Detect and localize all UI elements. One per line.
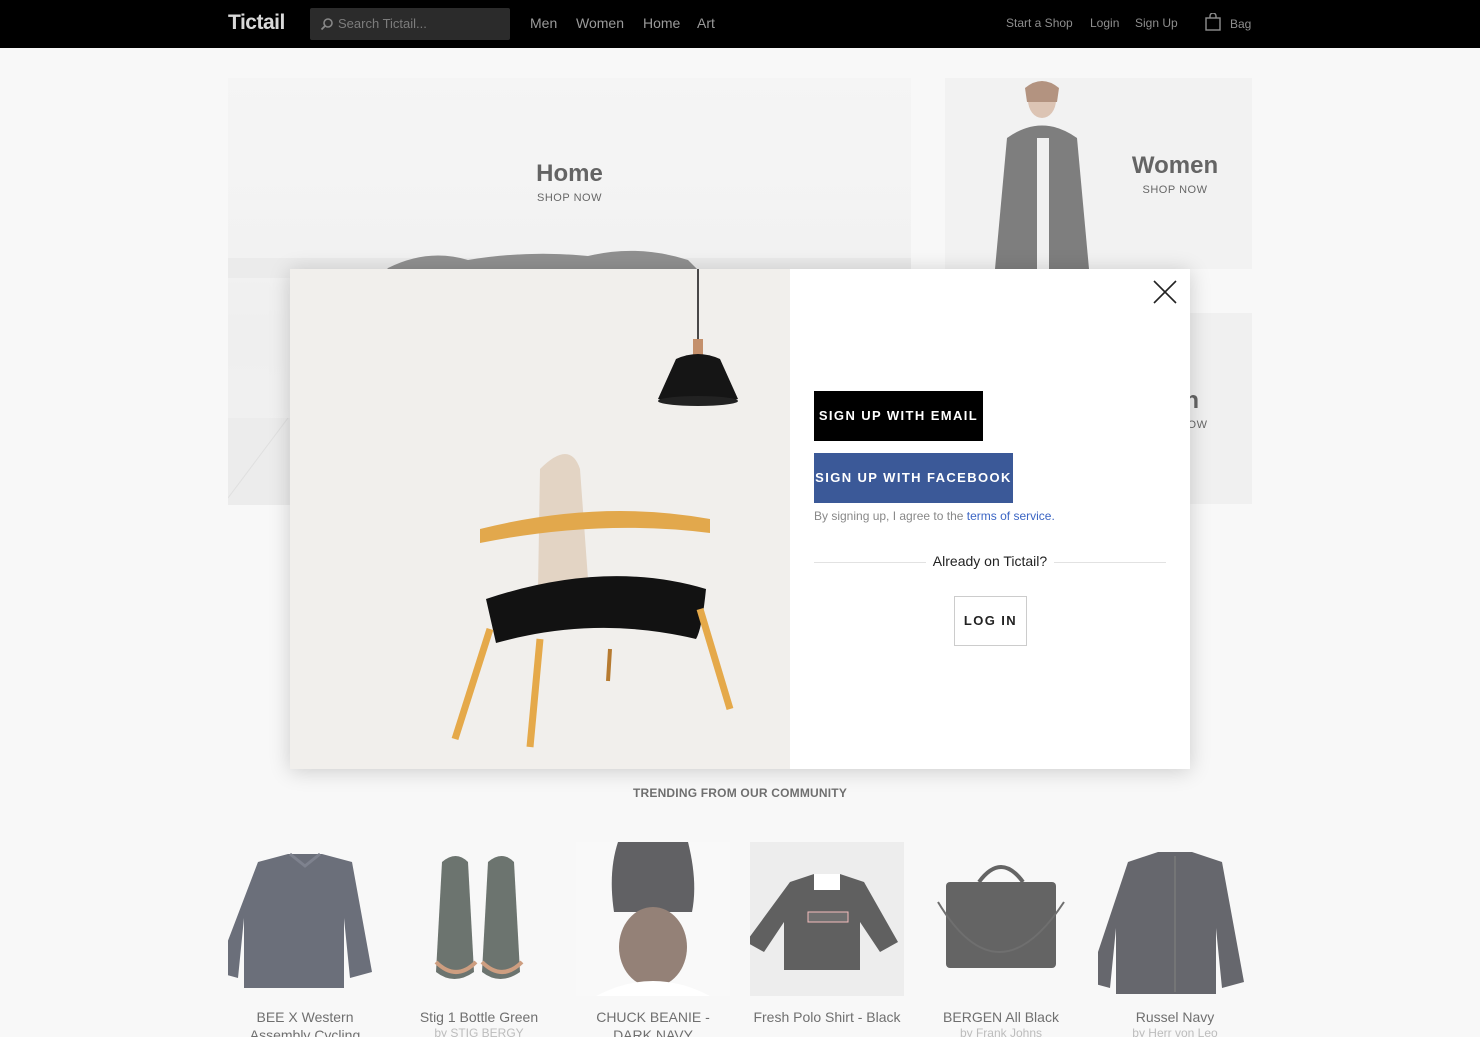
nav-home[interactable]: Home bbox=[643, 15, 680, 31]
signup-email-button[interactable]: SIGN UP WITH EMAIL bbox=[814, 391, 983, 441]
terms-text: By signing up, I agree to the bbox=[814, 509, 964, 523]
terms-notice: By signing up, I agree to the terms of s… bbox=[814, 509, 1055, 523]
signup-link[interactable]: Sign Up bbox=[1135, 16, 1178, 30]
login-link[interactable]: Login bbox=[1090, 16, 1119, 30]
shopping-bag-icon[interactable] bbox=[1205, 13, 1221, 31]
search-box[interactable]: Search Tictail... bbox=[310, 8, 510, 40]
nav-women[interactable]: Women bbox=[576, 15, 624, 31]
terms-of-service-link[interactable]: terms of service. bbox=[967, 509, 1055, 523]
modal-hero-image bbox=[290, 269, 790, 769]
signup-facebook-button[interactable]: SIGN UP WITH FACEBOOK bbox=[814, 453, 1013, 503]
divider-right bbox=[1054, 562, 1166, 563]
tictail-logo[interactable]: Tictail bbox=[228, 11, 285, 35]
search-icon bbox=[320, 18, 333, 31]
close-icon[interactable] bbox=[1150, 277, 1180, 307]
bag-link[interactable]: Bag bbox=[1230, 17, 1251, 31]
nav-men[interactable]: Men bbox=[530, 15, 557, 31]
search-placeholder[interactable]: Search Tictail... bbox=[338, 16, 427, 31]
top-navigation-bar: Tictail Search Tictail... Men Women Home… bbox=[0, 0, 1480, 48]
chair-and-lamp-illustration bbox=[290, 269, 790, 769]
already-member-text: Already on Tictail? bbox=[932, 553, 1048, 569]
login-button[interactable]: LOG IN bbox=[954, 596, 1027, 646]
start-shop-link[interactable]: Start a Shop bbox=[1006, 16, 1073, 30]
signup-modal: SIGN UP WITH EMAIL SIGN UP WITH FACEBOOK… bbox=[290, 269, 1190, 769]
nav-art[interactable]: Art bbox=[697, 15, 715, 31]
